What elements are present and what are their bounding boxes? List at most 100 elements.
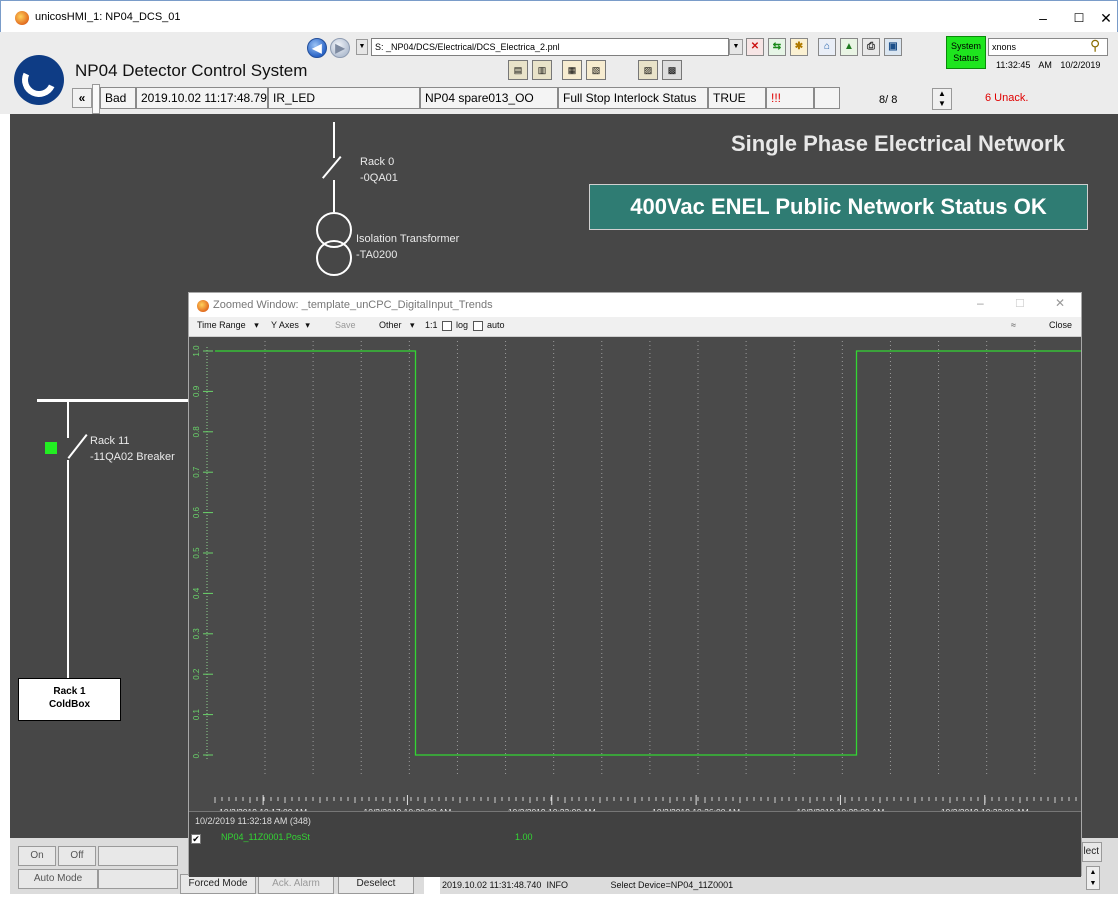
feeder-line: [333, 122, 335, 158]
cern-logo: [14, 55, 64, 105]
select-button[interactable]: lect: [1082, 842, 1102, 862]
collapse-button[interactable]: «: [72, 88, 92, 108]
y-tick-label: 0.2: [192, 668, 201, 680]
legend-series-name[interactable]: NP04_11Z0001.PosSt: [221, 832, 310, 842]
alarm-scroll-spinner[interactable]: ▲ ▼: [932, 88, 952, 110]
log-level: INFO: [546, 880, 568, 890]
trend-plot-area[interactable]: 0.0.10.20.30.40.50.60.70.80.91.010/2/201…: [189, 337, 1081, 817]
y-axes-menu[interactable]: Y Axes ▾: [271, 320, 310, 331]
close-button[interactable]: Close: [1049, 320, 1072, 330]
chevron-down-icon: ▾: [305, 320, 310, 330]
y-tick-label: 1.0: [192, 345, 201, 357]
alarm-page-counter: 8/ 8: [879, 94, 898, 106]
other-menu[interactable]: Other ▾: [379, 320, 415, 331]
print-icon[interactable]: ⎙: [862, 38, 880, 56]
refresh-icon[interactable]: ⇆: [768, 38, 786, 56]
minimize-button[interactable]: –: [1025, 7, 1061, 29]
home-icon[interactable]: ⌂: [818, 38, 836, 56]
y-tick-label: 0.3: [192, 628, 201, 640]
binoculars-icon[interactable]: ⚲: [1090, 37, 1100, 54]
trend-close-x-button[interactable]: ✕: [1055, 296, 1065, 310]
rack1-title: Rack 1: [53, 686, 86, 697]
feeder-line-2: [333, 180, 335, 212]
deselect-button[interactable]: Deselect: [338, 874, 414, 894]
clock-time: 11:32:45 AM: [996, 60, 1052, 70]
rack11-line-top: [67, 402, 69, 438]
ratio-button[interactable]: 1:1: [425, 320, 438, 330]
event-list-icon[interactable]: ▧: [586, 60, 606, 80]
alarm-level: Bad: [100, 87, 136, 109]
history-dropdown[interactable]: ▼: [356, 39, 368, 55]
rack0-breaker-id: -0QA01: [360, 172, 398, 184]
window-titlebar: unicosHMI_1: NP04_DCS_01 – ☐ ✕: [0, 0, 1118, 32]
settings-icon[interactable]: ✱: [790, 38, 808, 56]
screenshot-icon[interactable]: ▣: [884, 38, 902, 56]
y-tick-label: 0.5: [192, 547, 201, 559]
alarm-description: Full Stop Interlock Status: [558, 87, 708, 109]
off-button[interactable]: Off: [58, 846, 96, 866]
time-range-menu[interactable]: Time Range ▾: [197, 320, 259, 331]
unack-counter[interactable]: 6 Unack.: [985, 92, 1028, 104]
log-time: 2019.10.02 11:31:48.740: [442, 880, 542, 890]
close-window-button[interactable]: ✕: [1093, 7, 1118, 29]
rack1-box[interactable]: Rack 1 ColdBox: [18, 678, 121, 721]
log-scroll-spinner[interactable]: ▲ ▼: [1086, 866, 1100, 890]
rack11-label: Rack 11: [90, 435, 130, 447]
rack11-breaker-id: -11QA02 Breaker: [90, 451, 175, 463]
forced-mode-button[interactable]: Forced Mode: [180, 874, 256, 894]
alarm-filter-toggle[interactable]: [92, 84, 100, 114]
maximize-button[interactable]: ☐: [1061, 7, 1097, 29]
series-line: [215, 350, 1081, 756]
y-tick-label: 0.4: [192, 587, 201, 599]
trend-chart[interactable]: 0.0.10.20.30.40.50.60.70.80.91.010/2/201…: [189, 337, 1081, 817]
log-marker: [424, 876, 440, 896]
alarm-value: TRUE: [708, 87, 766, 109]
rack11-line-bottom: [67, 460, 69, 678]
time-range-label: Time Range: [197, 320, 246, 330]
legend-cursor-time: 10/2/2019 11:32:18 AM (348): [195, 816, 311, 826]
close-panel-icon[interactable]: ✕: [746, 38, 764, 56]
zoomed-trend-window[interactable]: Zoomed Window: _template_unCPC_DigitalIn…: [188, 292, 1082, 877]
forward-button[interactable]: ▶: [330, 38, 350, 58]
alarm-timestamp: 2019.10.02 11:17:48.79: [136, 87, 268, 109]
legend-series-value: 1.00: [515, 832, 533, 842]
y-tick-label: 0.9: [192, 385, 201, 397]
diagnostic-icon[interactable]: ▨: [638, 60, 658, 80]
panel-path-dropdown[interactable]: ▼: [729, 39, 743, 55]
last-alarm-row[interactable]: Bad 2019.10.02 11:17:48.79 IR_LED NP04 s…: [100, 87, 870, 109]
back-button[interactable]: ◀: [307, 38, 327, 58]
clock: 11:32:45 AM 10/2/2019: [996, 60, 1100, 70]
series-visible-checkbox[interactable]: ✔: [191, 834, 201, 844]
log-line: 2019.10.02 11:31:48.740 INFO Select Devi…: [442, 880, 733, 890]
transformer-label: Isolation Transformer: [356, 233, 460, 245]
chevron-down-icon: ▾: [410, 320, 415, 330]
ack-alarm-button[interactable]: Ack. Alarm: [258, 874, 334, 894]
alarm-list-icon[interactable]: ▦: [562, 60, 582, 80]
window-title: unicosHMI_1: NP04_DCS_01: [35, 11, 181, 23]
arrow-right-icon: ▶: [335, 41, 345, 55]
empty-action-slot: [98, 846, 178, 866]
alarm-alias: NP04 spare013_OO: [420, 87, 558, 109]
on-button[interactable]: On: [18, 846, 56, 866]
other-label: Other: [379, 320, 402, 330]
transformer-coil-bottom: [316, 240, 352, 276]
save-button[interactable]: Save: [335, 320, 356, 330]
app-title: NP04 Detector Control System: [75, 61, 308, 80]
system-status-button[interactable]: System Status: [946, 36, 986, 69]
collapse-up-icon[interactable]: ≈: [1011, 320, 1016, 330]
device-tree-icon[interactable]: ▤: [508, 60, 528, 80]
terminal-icon[interactable]: ▩: [662, 60, 682, 80]
faceplate-icon[interactable]: ▥: [532, 60, 552, 80]
rack11-status-indicator[interactable]: [45, 442, 57, 454]
trend-maximize-button[interactable]: ☐: [1015, 297, 1025, 310]
transformer-id: -TA0200: [356, 249, 398, 261]
trend-icon[interactable]: ▲: [840, 38, 858, 56]
log-checkbox[interactable]: [442, 321, 452, 331]
auto-mode-button[interactable]: Auto Mode: [18, 869, 98, 889]
y-axes-label: Y Axes: [271, 320, 299, 330]
panel-path-field[interactable]: S: _NP04/DCS/Electrical/DCS_Electrica_2.…: [371, 38, 729, 56]
app-icon: [15, 11, 29, 25]
auto-checkbox[interactable]: [473, 321, 483, 331]
network-status-banner[interactable]: 400Vac ENEL Public Network Status OK: [589, 184, 1088, 230]
trend-minimize-button[interactable]: –: [977, 296, 984, 310]
